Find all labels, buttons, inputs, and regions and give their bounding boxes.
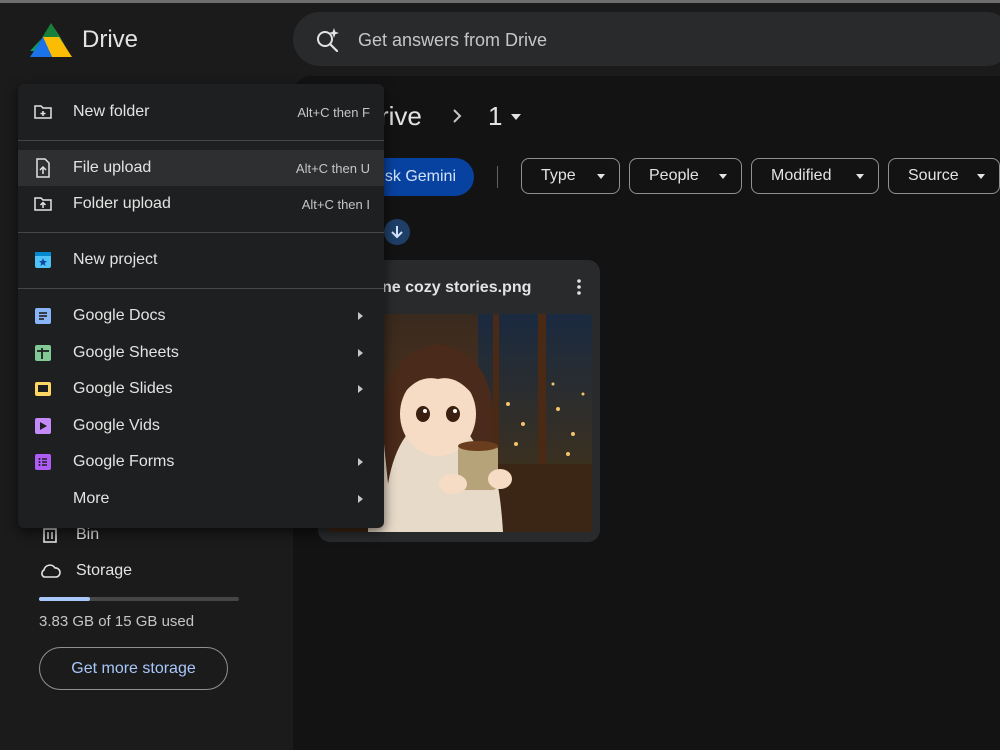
- google-sheets-icon: [33, 343, 53, 363]
- menu-item-shortcut: Alt+C then F: [297, 105, 370, 120]
- window-top-border: [0, 0, 1000, 3]
- sidebar-item-storage[interactable]: Storage: [38, 559, 132, 583]
- menu-item-label: File upload: [73, 159, 152, 176]
- menu-item-label: New project: [73, 251, 158, 268]
- drive-logo[interactable]: [30, 20, 72, 60]
- file-upload-icon: [33, 158, 53, 178]
- sparkle-search-icon: [317, 28, 339, 53]
- menu-item-label: Google Docs: [73, 307, 166, 324]
- search-placeholder[interactable]: Get answers from Drive: [358, 30, 547, 51]
- breadcrumb-root[interactable]: rive: [380, 101, 422, 132]
- chevron-right-icon: [358, 385, 363, 393]
- menu-item-more[interactable]: More: [18, 481, 384, 517]
- filter-chip-people[interactable]: People: [629, 158, 742, 194]
- google-slides-icon: [33, 379, 53, 399]
- menu-item-label: Folder upload: [73, 195, 171, 212]
- arrow-down-icon: [391, 226, 403, 239]
- menu-item-label: Google Slides: [73, 380, 173, 397]
- menu-item-google-slides[interactable]: Google Slides: [18, 371, 384, 407]
- search-bar[interactable]: Get answers from Drive: [293, 12, 1000, 66]
- menu-item-google-forms[interactable]: Google Forms: [18, 444, 384, 480]
- menu-item-label: Google Vids: [73, 417, 160, 434]
- caret-down-icon: [977, 174, 985, 179]
- chevron-right-icon: [358, 458, 363, 466]
- caret-down-icon: [597, 174, 605, 179]
- menu-item-shortcut: Alt+C then I: [301, 197, 370, 212]
- new-item-menu: New folder Alt+C then F File upload Alt+…: [18, 84, 384, 528]
- new-folder-icon: [33, 102, 53, 122]
- folder-upload-icon: [33, 194, 53, 214]
- sidebar-item-label: Bin: [76, 526, 100, 543]
- filter-chip-modified[interactable]: Modified: [751, 158, 879, 194]
- menu-item-folder-upload[interactable]: Folder upload Alt+C then I: [18, 186, 384, 222]
- breadcrumb-current-folder[interactable]: 1: [488, 101, 522, 132]
- file-name: ne cozy stories.png: [382, 279, 532, 296]
- get-more-storage-button[interactable]: Get more storage: [39, 647, 228, 690]
- cloud-icon: [38, 559, 62, 583]
- menu-item-new-folder[interactable]: New folder Alt+C then F: [18, 94, 384, 130]
- google-docs-icon: [33, 306, 53, 326]
- menu-divider: [18, 140, 384, 141]
- menu-divider: [18, 288, 384, 289]
- menu-item-google-docs[interactable]: Google Docs: [18, 298, 384, 334]
- storage-progress-fill: [39, 597, 90, 601]
- storage-progress-bar: [39, 597, 239, 601]
- caret-down-icon: [856, 174, 864, 179]
- app-title: Drive: [82, 26, 139, 53]
- caret-down-icon: [719, 174, 727, 179]
- drive-logo-icon: [30, 23, 72, 57]
- chevron-right-icon: [358, 495, 363, 503]
- google-forms-icon: [33, 452, 53, 472]
- menu-item-google-sheets[interactable]: Google Sheets: [18, 335, 384, 371]
- menu-item-label: Google Sheets: [73, 344, 179, 361]
- sort-direction-button[interactable]: [384, 219, 410, 245]
- chip-label: Modified: [771, 167, 832, 184]
- storage-usage-text: 3.83 GB of 15 GB used: [39, 613, 195, 630]
- menu-item-new-project[interactable]: New project: [18, 242, 384, 278]
- menu-item-google-vids[interactable]: Google Vids: [18, 408, 384, 444]
- menu-divider: [18, 232, 384, 233]
- filter-chip-source[interactable]: Source: [888, 158, 1000, 194]
- ask-gemini-label: sk Gemini: [384, 168, 456, 185]
- menu-item-shortcut: Alt+C then U: [295, 161, 370, 176]
- chip-label: Source: [908, 167, 959, 184]
- toolbar-divider: [497, 166, 498, 188]
- chip-label: Type: [541, 167, 576, 184]
- menu-item-label: More: [73, 490, 110, 507]
- sidebar-item-label: Storage: [76, 562, 133, 579]
- chevron-right-icon: [358, 312, 363, 320]
- filter-chip-type[interactable]: Type: [521, 158, 620, 194]
- more-vert-icon[interactable]: [576, 278, 582, 296]
- chip-label: People: [649, 167, 699, 184]
- chevron-right-icon: [358, 349, 363, 357]
- menu-item-label: New folder: [73, 103, 150, 120]
- menu-item-file-upload[interactable]: File upload Alt+C then U: [18, 150, 384, 186]
- folder-name: 1: [488, 101, 503, 131]
- caret-down-icon: [511, 113, 522, 120]
- chevron-right-icon: [453, 109, 462, 123]
- google-vids-icon: [33, 416, 53, 436]
- menu-item-label: Google Forms: [73, 453, 175, 470]
- project-icon: [33, 250, 53, 270]
